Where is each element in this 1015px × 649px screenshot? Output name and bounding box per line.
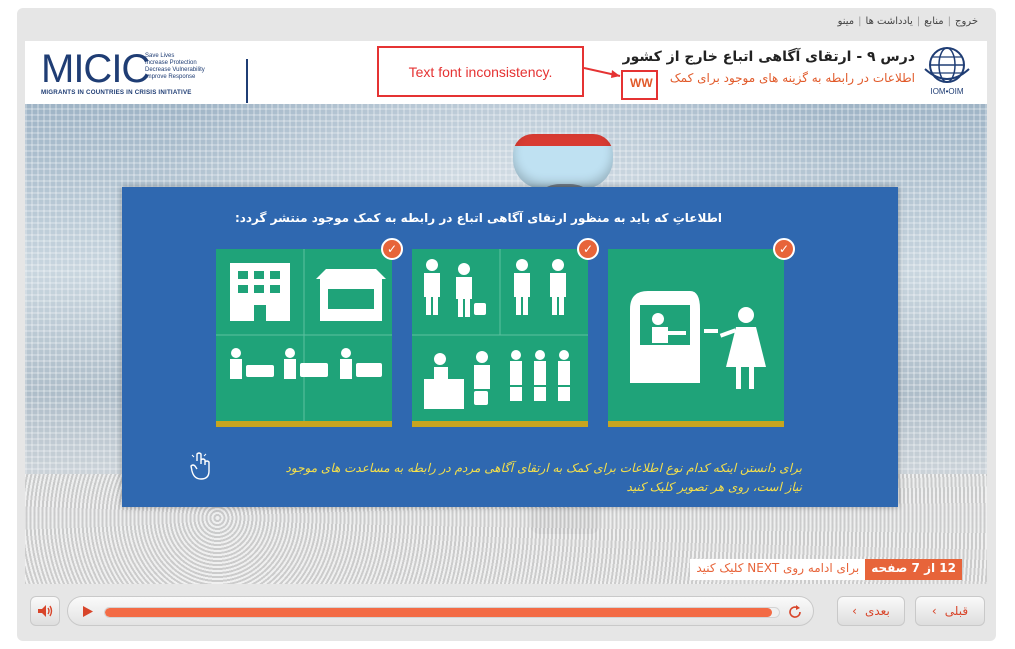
service-counter-icon	[630, 291, 766, 389]
progress-fill	[105, 608, 773, 617]
buildings-emergency-card[interactable]: ✓	[216, 238, 403, 427]
background-bowl	[513, 134, 613, 189]
previous-button[interactable]: ‹ قبلی	[915, 596, 985, 626]
tagline-line: Increase Protection	[145, 60, 197, 66]
micic-wordmark: MICIC	[41, 47, 150, 91]
officials-travel-card[interactable]: ✓	[412, 238, 599, 427]
tagline-line: Save Lives	[145, 53, 175, 59]
officials-travel-icon	[412, 249, 588, 409]
micic-subtitle: MIGRANTS IN COUNTRIES IN CRISIS INITIATI…	[41, 89, 192, 96]
next-button[interactable]: ‹ بعدی	[837, 596, 905, 626]
iom-logo: IOM•OIM	[921, 45, 973, 101]
logo-divider	[246, 59, 248, 103]
buildings-emergency-icon	[216, 249, 392, 421]
replay-icon[interactable]	[787, 604, 803, 620]
exit-link[interactable]: خروج	[955, 16, 978, 27]
check-icon: ✓	[381, 238, 403, 260]
resources-link[interactable]: منابع	[924, 16, 944, 27]
nav-separator: |	[916, 16, 921, 27]
annotation-callout: Text font inconsistency.	[377, 46, 584, 97]
next-instruction: برای ادامه روی NEXT کلیک کنید	[690, 559, 866, 580]
panel-title: اطلاعاتِ که باید به منظور ارتقای آگاهی ا…	[234, 211, 722, 225]
chevron-left-icon: ‹	[931, 604, 937, 618]
service-counter-card[interactable]: ✓	[608, 238, 795, 427]
play-icon[interactable]	[82, 605, 94, 618]
chevron-left-icon: ‹	[852, 604, 857, 618]
playback-bar	[67, 596, 814, 626]
next-label: بعدی	[864, 604, 890, 618]
check-icon: ✓	[773, 238, 795, 260]
volume-button[interactable]	[30, 596, 60, 626]
player-controls: ‹ بعدی ‹ قبلی	[25, 592, 987, 630]
nav-separator: |	[858, 16, 862, 27]
top-nav: خروج | منابع | یادداشت ها | مینو	[838, 16, 978, 27]
content-panel: اطلاعاتِ که باید به منظور ارتقای آگاهی ا…	[122, 187, 898, 507]
notes-link[interactable]: یادداشت ها	[866, 16, 913, 27]
page-counter: 12 از 7 صفحه	[865, 559, 962, 580]
speaker-icon	[38, 605, 53, 617]
pointer-hand-icon	[190, 452, 210, 480]
nav-separator: |	[947, 16, 952, 27]
tagline-line: Decrease Vulnerability	[145, 67, 205, 73]
globe-icon	[924, 47, 970, 83]
micic-logo: MICIC Save Lives Increase Protection Dec…	[41, 47, 248, 103]
progress-strip: 12 از 7 صفحه برای ادامه روی NEXT کلیک کن…	[690, 559, 962, 580]
instruction-text: برای دانستن اینکه کدام نوع اطلاعات برای …	[285, 461, 802, 494]
tagline-line: Improve Response	[145, 74, 196, 80]
iom-label: IOM•OIM	[930, 87, 964, 96]
micic-tagline: Save Lives Increase Protection Decrease …	[145, 53, 215, 81]
annotation-highlight-box	[621, 70, 658, 100]
previous-label: قبلی	[944, 604, 969, 618]
lesson-title: درس ۹ - ارتقای آگاهی اتباع خارج از کشور	[622, 49, 915, 65]
annotation-arrow-icon	[584, 67, 621, 78]
menu-link[interactable]: مینو	[838, 16, 855, 27]
progress-track[interactable]	[104, 607, 780, 618]
check-icon: ✓	[577, 238, 599, 260]
lesson-subtitle: اطلاعات در رابطه به گزینه های موجود برای…	[669, 71, 915, 85]
